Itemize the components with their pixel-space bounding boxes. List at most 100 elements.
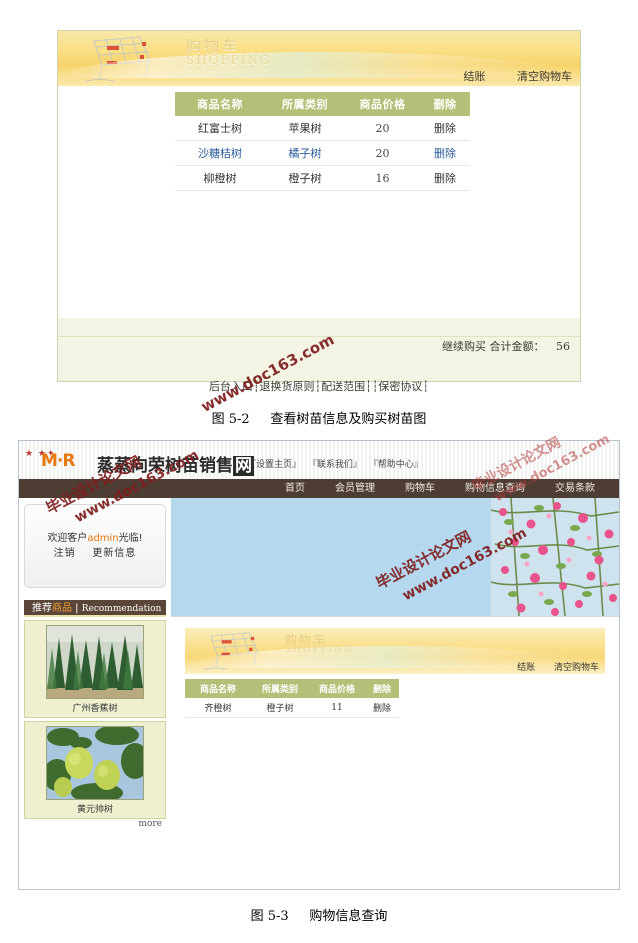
nav-item-terms[interactable]: 交易条款 xyxy=(555,479,595,498)
table-row: 红富士树 苹果树 20 删除 xyxy=(175,116,470,141)
delete-link[interactable]: 删除 xyxy=(420,140,470,166)
table-header-row: 商品名称 所属类别 商品价格 删除 xyxy=(185,679,399,698)
welcome-box: 欢迎客户admin光临! 注销 更新信息 xyxy=(24,504,166,588)
nav-item-order-query[interactable]: 购物信息查询 xyxy=(465,479,525,498)
cart-banner-actions: 结账 清空购物车 xyxy=(436,68,573,84)
table-row: 沙糖桔树 橘子树 20 删除 xyxy=(175,140,470,166)
col-price: 商品价格 xyxy=(309,679,365,698)
col-product-name: 商品名称 xyxy=(175,92,265,116)
rec-title-en: Recommendation xyxy=(81,604,162,614)
contact-us-link[interactable]: 『联系我们』 xyxy=(308,460,362,470)
account-actions: 注销 更新信息 xyxy=(54,546,137,561)
caption-number: 5-3 xyxy=(267,909,289,924)
welcome-message: 欢迎客户admin光临! xyxy=(47,531,142,546)
table-row: 柳橙树 橙子树 16 删除 xyxy=(175,165,470,191)
site-name-text: 蒸蒸向荣树苗销售 xyxy=(97,456,233,476)
figure-5-3-caption: 图 5-3 购物信息查询 xyxy=(0,905,638,924)
caption-label: 图 xyxy=(250,909,264,924)
caption-text: 购物信息查询 xyxy=(309,909,388,924)
recommendation-bar: 推荐商品 | Recommendation xyxy=(24,600,166,617)
col-product-name: 商品名称 xyxy=(185,679,251,698)
delete-link[interactable]: 删除 xyxy=(420,165,470,191)
col-category: 所属类别 xyxy=(251,679,309,698)
cart-body: 商品名称 所属类别 商品价格 删除 红富士树 苹果树 20 删除 沙糖桔树 橘子… xyxy=(58,86,580,318)
set-homepage-link[interactable]: 『设置主页』 xyxy=(247,460,301,470)
nav-item-shopping-cart[interactable]: 购物车 xyxy=(405,479,435,498)
checkout-link[interactable]: 结账 xyxy=(517,663,535,673)
document-page: 购物车 SHOPPING 结账 清空购物车 商品名称 所属类别 商品价格 删除 xyxy=(0,0,638,938)
cell-category: 橙子树 xyxy=(265,165,345,191)
welcome-prefix: 欢迎客户 xyxy=(47,533,88,544)
welcome-suffix: 光临! xyxy=(118,533,143,544)
product-thumbnail-apple xyxy=(46,725,144,800)
delete-link[interactable]: 删除 xyxy=(365,698,399,718)
cart-banner: 购物车 SHOPPING 结账 清空购物车 xyxy=(58,31,580,86)
header-links: 『设置主页』 『联系我们』 『帮助中心』 xyxy=(247,457,427,470)
cart-banner-title: 购物车 SHOPPING xyxy=(186,37,272,67)
cell-category: 橙子树 xyxy=(251,698,309,718)
clear-cart-link[interactable]: 清空购物车 xyxy=(554,663,599,673)
cart-banner-title-cn: 购物车 xyxy=(186,37,241,55)
site-footer-links: 后台入口┆退换货原则┆配送范围┆┆保密协议┆ xyxy=(208,380,430,393)
update-info-link[interactable]: 更新信息 xyxy=(92,548,136,559)
cell-product-name: 齐橙树 xyxy=(185,698,251,718)
cart-banner-title: 购物车 SHOPPING xyxy=(285,634,353,655)
cell-category: 苹果树 xyxy=(265,116,345,141)
col-price: 商品价格 xyxy=(345,92,420,116)
total-value: 56 xyxy=(556,340,570,353)
nav-item-member-management[interactable]: 会员管理 xyxy=(335,479,375,498)
logout-link[interactable]: 注销 xyxy=(54,548,76,559)
cart-banner: 购物车 SHOPPING 结账 清空购物车 xyxy=(185,628,605,674)
caption-label: 图 xyxy=(211,412,225,427)
total-label: 合计金额： xyxy=(489,340,545,353)
table-row: 齐橙树 橙子树 11 删除 xyxy=(185,698,399,718)
cart-items-table: 商品名称 所属类别 商品价格 删除 红富士树 苹果树 20 删除 沙糖桔树 橘子… xyxy=(175,92,470,191)
cell-product-name: 红富士树 xyxy=(175,116,265,141)
list-item[interactable]: 黄元帅树 xyxy=(24,721,166,819)
list-item[interactable]: 广州香蕉树 xyxy=(24,620,166,718)
rec-separator: | xyxy=(72,603,82,614)
figure-5-2-caption: 图 5-2 查看树苗信息及购买树苗图 xyxy=(0,408,638,427)
nav-item-home[interactable]: 首页 xyxy=(285,479,305,498)
cart-total-bar: 继续购买 合计金额： 56 xyxy=(58,336,580,356)
cell-price: 16 xyxy=(345,165,420,191)
cart-items-table: 商品名称 所属类别 商品价格 删除 齐橙树 橙子树 11 删除 xyxy=(185,679,399,718)
rec-title-part2: 商品 xyxy=(52,603,72,614)
sidebar: 欢迎客户admin光临! 注销 更新信息 推荐商品 | Recommendati… xyxy=(19,498,171,889)
main-navigation: 首页 会员管理 购物车 购物信息查询 交易条款 xyxy=(19,479,619,498)
site-logo[interactable]: M·R xyxy=(41,451,75,471)
clear-cart-link[interactable]: 清空购物车 xyxy=(517,70,572,83)
col-delete: 删除 xyxy=(420,92,470,116)
hero-banner xyxy=(171,498,619,617)
cart-banner-title-en: SHOPPING xyxy=(186,53,272,67)
help-center-link[interactable]: 『帮助中心』 xyxy=(369,460,423,470)
cart-banner-title-en: SHOPPING xyxy=(285,645,354,655)
site-header: ★ ★✦ M·R 蒸蒸向荣树苗销售网 『设置主页』 『联系我们』 『帮助中心』 xyxy=(19,441,619,479)
cart-banner-actions: 结账 清空购物车 xyxy=(501,660,599,673)
product-label: 广州香蕉树 xyxy=(72,703,118,714)
figure-5-3-screenshot: ★ ★✦ M·R 蒸蒸向荣树苗销售网 『设置主页』 『联系我们』 『帮助中心』 … xyxy=(18,440,620,890)
cart-body: 商品名称 所属类别 商品价格 删除 齐橙树 橙子树 11 删除 xyxy=(185,674,605,718)
rec-title-part1: 推荐 xyxy=(32,603,52,614)
caption-text: 查看树苗信息及购买树苗图 xyxy=(270,412,427,427)
product-thumbnail-fir xyxy=(46,624,144,699)
col-category: 所属类别 xyxy=(265,92,345,116)
figure-5-2-screenshot: 购物车 SHOPPING 结账 清空购物车 商品名称 所属类别 商品价格 删除 xyxy=(57,30,581,382)
col-delete: 删除 xyxy=(365,679,399,698)
delete-link[interactable]: 删除 xyxy=(420,116,470,141)
caption-number: 5-2 xyxy=(228,412,250,427)
checkout-link[interactable]: 结账 xyxy=(464,70,486,83)
continue-shopping-link[interactable]: 继续购买 xyxy=(442,340,486,353)
cell-category: 橘子树 xyxy=(265,140,345,166)
more-link[interactable]: more xyxy=(24,819,166,829)
site-main-content: 欢迎客户admin光临! 注销 更新信息 推荐商品 | Recommendati… xyxy=(19,498,619,889)
cell-price: 20 xyxy=(345,140,420,166)
page-bottom-text xyxy=(18,928,22,943)
product-label: 黄元帅树 xyxy=(76,804,113,815)
cell-product-name: 沙糖桔树 xyxy=(175,140,265,166)
cell-price: 11 xyxy=(309,698,365,718)
cart-panel: 购物车 SHOPPING 结账 清空购物车 商品名称 所属类别 商品价格 删除 … xyxy=(185,628,605,886)
welcome-username: admin xyxy=(87,533,119,544)
site-name: 蒸蒸向荣树苗销售网 xyxy=(97,451,254,476)
table-header-row: 商品名称 所属类别 商品价格 删除 xyxy=(175,92,470,116)
